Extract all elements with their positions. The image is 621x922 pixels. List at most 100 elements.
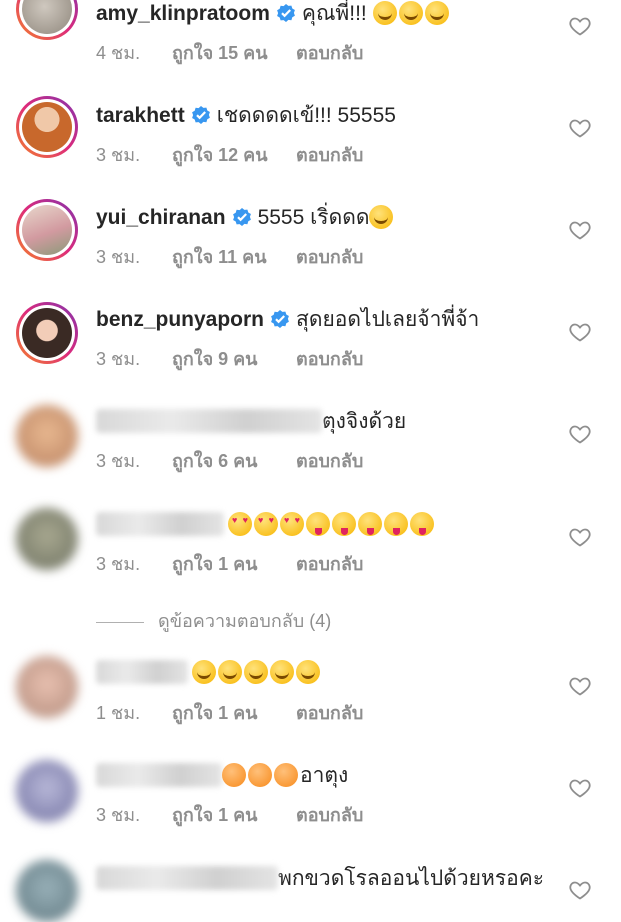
comment-line: ตุงจิงด้วย xyxy=(96,408,406,436)
comment-meta: 3 ชม. ถูกใจ 9 คน ตอบกลับ xyxy=(96,344,363,373)
heart-eyes-emoji-icon xyxy=(254,512,278,536)
reply-button[interactable]: ตอบกลับ xyxy=(296,446,363,475)
comment-time[interactable]: 3 ชม. xyxy=(96,242,172,271)
heart-outline-icon[interactable] xyxy=(568,525,592,549)
reply-button[interactable]: ตอบกลับ xyxy=(296,140,363,169)
comment-line: อาตุง xyxy=(96,762,348,790)
grin-emoji-icon xyxy=(398,1,423,25)
reply-button[interactable]: ตอบกลับ xyxy=(296,800,363,829)
comment-username[interactable]: amy_klinpratoom xyxy=(96,2,270,25)
comment-time[interactable]: 1 ชม. xyxy=(96,698,172,727)
heart-outline-icon[interactable] xyxy=(568,218,592,242)
comment-likes[interactable]: ถูกใจ 11 คน xyxy=(172,242,296,271)
comment-likes[interactable]: ถูกใจ 1 คน xyxy=(172,549,296,578)
heart-outline-icon[interactable] xyxy=(568,320,592,344)
reply-button[interactable]: ตอบกลับ xyxy=(296,549,363,578)
comment-time[interactable]: 4 ชม. xyxy=(96,38,172,67)
replies-divider xyxy=(96,621,144,623)
comment-line xyxy=(96,511,436,539)
heart-outline-icon[interactable] xyxy=(568,878,592,902)
heart-outline-icon[interactable] xyxy=(568,674,592,698)
comment-line: พกขวดโรลออนไปด้วยหรอคะ xyxy=(96,865,544,893)
comment-time[interactable]: 3 ชม. xyxy=(96,446,172,475)
comment-time[interactable]: 3 ชม. xyxy=(96,549,172,578)
comment-username[interactable]: yui_chiranan xyxy=(96,206,226,229)
comment-time[interactable]: 3 ชม. xyxy=(96,800,172,829)
avatar[interactable] xyxy=(16,508,78,570)
avatar[interactable] xyxy=(16,656,78,718)
comment-text: อาตุง xyxy=(300,764,349,787)
comment-line: amy_klinpratoom คุณพี่!!! xyxy=(96,0,451,28)
heart-outline-icon[interactable] xyxy=(568,776,592,800)
comment-likes[interactable]: ถูกใจ 15 คน xyxy=(172,38,296,67)
comment-likes[interactable]: ถูกใจ 9 คน xyxy=(172,344,296,373)
reply-button[interactable]: ตอบกลับ xyxy=(296,38,363,67)
zany-face-emoji-icon xyxy=(384,512,408,536)
comment-line: yui_chiranan 5555 เริ่ดดด xyxy=(96,204,395,232)
avatar[interactable] xyxy=(16,760,78,822)
smiling-hearts-emoji-icon xyxy=(222,763,246,787)
comment-username-blurred[interactable] xyxy=(96,660,188,684)
verified-badge-icon xyxy=(232,208,251,226)
comment-line: benz_punyaporn สุดยอดไปเลยจ้าพี่จ้า xyxy=(96,306,479,334)
comment-username[interactable]: benz_punyaporn xyxy=(96,308,264,331)
zany-face-emoji-icon xyxy=(306,512,330,536)
view-replies-label: ดูข้อความตอบกลับ (4) xyxy=(158,611,332,631)
grin-emoji-icon xyxy=(369,205,394,229)
comment-likes[interactable]: ถูกใจ 12 คน xyxy=(172,140,296,169)
comment-username[interactable]: tarakhett xyxy=(96,104,185,127)
avatar[interactable] xyxy=(16,302,78,364)
zany-face-emoji-icon xyxy=(410,512,434,536)
avatar[interactable] xyxy=(16,0,78,40)
comment-username-blurred[interactable] xyxy=(96,763,222,787)
comment-meta: 3 ชม. ถูกใจ 1 คน ตอบกลับ xyxy=(96,549,363,578)
zany-face-emoji-icon xyxy=(332,512,356,536)
comment-meta: 3 ชม. ถูกใจ 1 คน ตอบกลับ xyxy=(96,800,363,829)
comment-username-blurred[interactable] xyxy=(96,409,322,433)
comment-meta: 3 ชม. ถูกใจ 6 คน ตอบกลับ xyxy=(96,446,363,475)
view-replies-button[interactable]: ดูข้อความตอบกลับ (4) xyxy=(96,606,331,635)
comment-likes[interactable]: ถูกใจ 6 คน xyxy=(172,446,296,475)
avatar[interactable] xyxy=(16,96,78,158)
comment-text: เชดดดดเข้!!! 55555 xyxy=(216,104,396,127)
smiling-hearts-emoji-icon xyxy=(274,763,298,787)
avatar[interactable] xyxy=(16,860,78,922)
comment-text: 5555 เริ่ดดด xyxy=(257,206,370,229)
grin-emoji-icon xyxy=(270,660,294,684)
comment-line: tarakhett เชดดดดเข้!!! 55555 xyxy=(96,102,396,130)
grin-emoji-icon xyxy=(296,660,320,684)
comment-text: ตุงจิงด้วย xyxy=(322,410,407,433)
comment-text: สุดยอดไปเลยจ้าพี่จ้า xyxy=(296,308,480,331)
heart-outline-icon[interactable] xyxy=(568,14,592,38)
heart-outline-icon[interactable] xyxy=(568,116,592,140)
comment-likes[interactable]: ถูกใจ 1 คน xyxy=(172,698,296,727)
grin-emoji-icon xyxy=(244,660,268,684)
comment-line xyxy=(96,659,322,687)
comment-meta: 3 ชม. ถูกใจ 12 คน ตอบกลับ xyxy=(96,140,363,169)
emoji-group xyxy=(372,1,451,25)
avatar[interactable] xyxy=(16,199,78,261)
emoji-group xyxy=(222,763,300,787)
comment-meta: 3 ชม. ถูกใจ 11 คน ตอบกลับ xyxy=(96,242,363,271)
heart-outline-icon[interactable] xyxy=(568,422,592,446)
zany-face-emoji-icon xyxy=(358,512,382,536)
verified-badge-icon xyxy=(276,4,295,22)
reply-button[interactable]: ตอบกลับ xyxy=(296,242,363,271)
emoji-group xyxy=(228,512,436,536)
comment-likes[interactable]: ถูกใจ 1 คน xyxy=(172,800,296,829)
reply-button[interactable]: ตอบกลับ xyxy=(296,344,363,373)
grin-emoji-icon xyxy=(192,660,216,684)
grin-emoji-icon xyxy=(218,660,242,684)
grin-emoji-icon xyxy=(372,1,397,25)
comment-time[interactable]: 3 ชม. xyxy=(96,344,172,373)
smiling-hearts-emoji-icon xyxy=(248,763,272,787)
heart-eyes-emoji-icon xyxy=(280,512,304,536)
comment-username-blurred[interactable] xyxy=(96,866,278,890)
comment-username-blurred[interactable] xyxy=(96,512,224,536)
reply-button[interactable]: ตอบกลับ xyxy=(296,698,363,727)
grin-emoji-icon xyxy=(424,1,449,25)
verified-badge-icon xyxy=(271,310,289,328)
avatar[interactable] xyxy=(16,405,78,467)
comment-time[interactable]: 3 ชม. xyxy=(96,140,172,169)
comment-meta: 1 ชม. ถูกใจ 1 คน ตอบกลับ xyxy=(96,698,363,727)
